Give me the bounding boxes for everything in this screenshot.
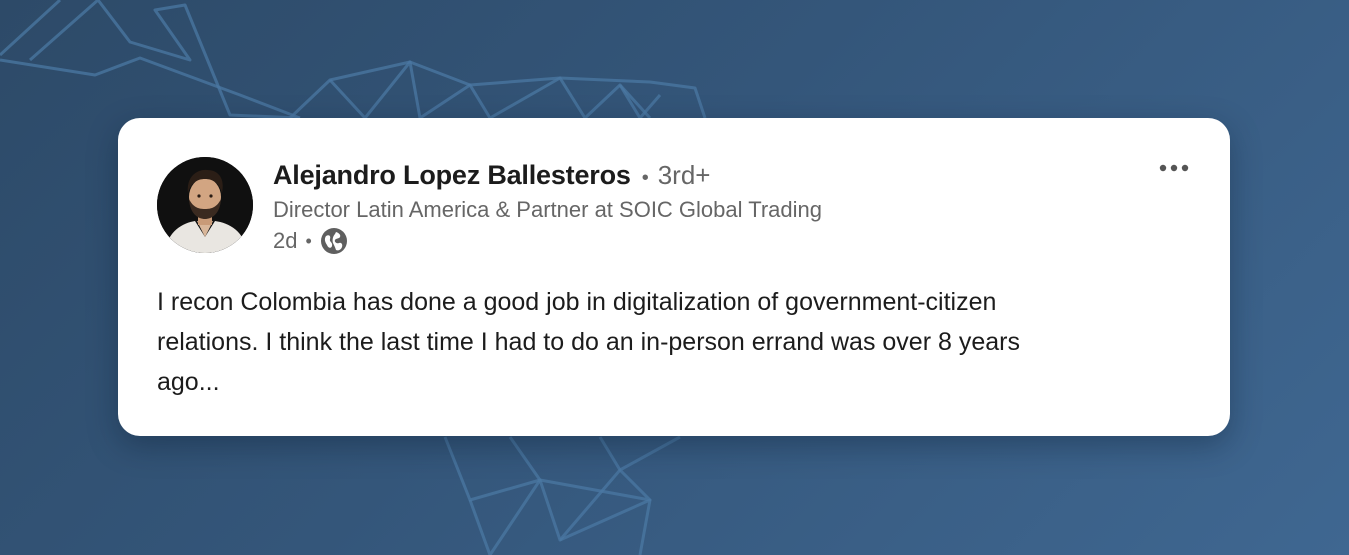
post-time: 2d — [273, 228, 298, 253]
more-options-button[interactable] — [1154, 154, 1194, 182]
post-text-line: relations. I think the last time I had t… — [157, 328, 1020, 356]
separator-dot: • — [305, 230, 312, 251]
author-headline: Director Latin America & Partner at SOIC… — [273, 197, 823, 222]
author-name[interactable]: Alejandro Lopez Ballesteros — [273, 160, 631, 191]
post-text-line: ago... — [157, 368, 220, 396]
post-card: Alejandro Lopez Ballesteros • 3rd+ Direc… — [118, 118, 1230, 436]
post-header: Alejandro Lopez Ballesteros • 3rd+ Direc… — [273, 160, 822, 255]
connection-degree: 3rd+ — [657, 160, 711, 190]
globe-icon — [320, 227, 348, 255]
author-avatar[interactable] — [157, 157, 253, 253]
post-text: I recon Colombia has done a good job in … — [157, 282, 1187, 402]
author-name-row: Alejandro Lopez Ballesteros • 3rd+ — [273, 160, 822, 191]
more-horizontal-icon — [1159, 164, 1189, 172]
post-text-line: I recon Colombia has done a good job in … — [157, 288, 997, 316]
post-meta: 2d • — [273, 227, 822, 255]
separator-dot: • — [641, 167, 649, 189]
